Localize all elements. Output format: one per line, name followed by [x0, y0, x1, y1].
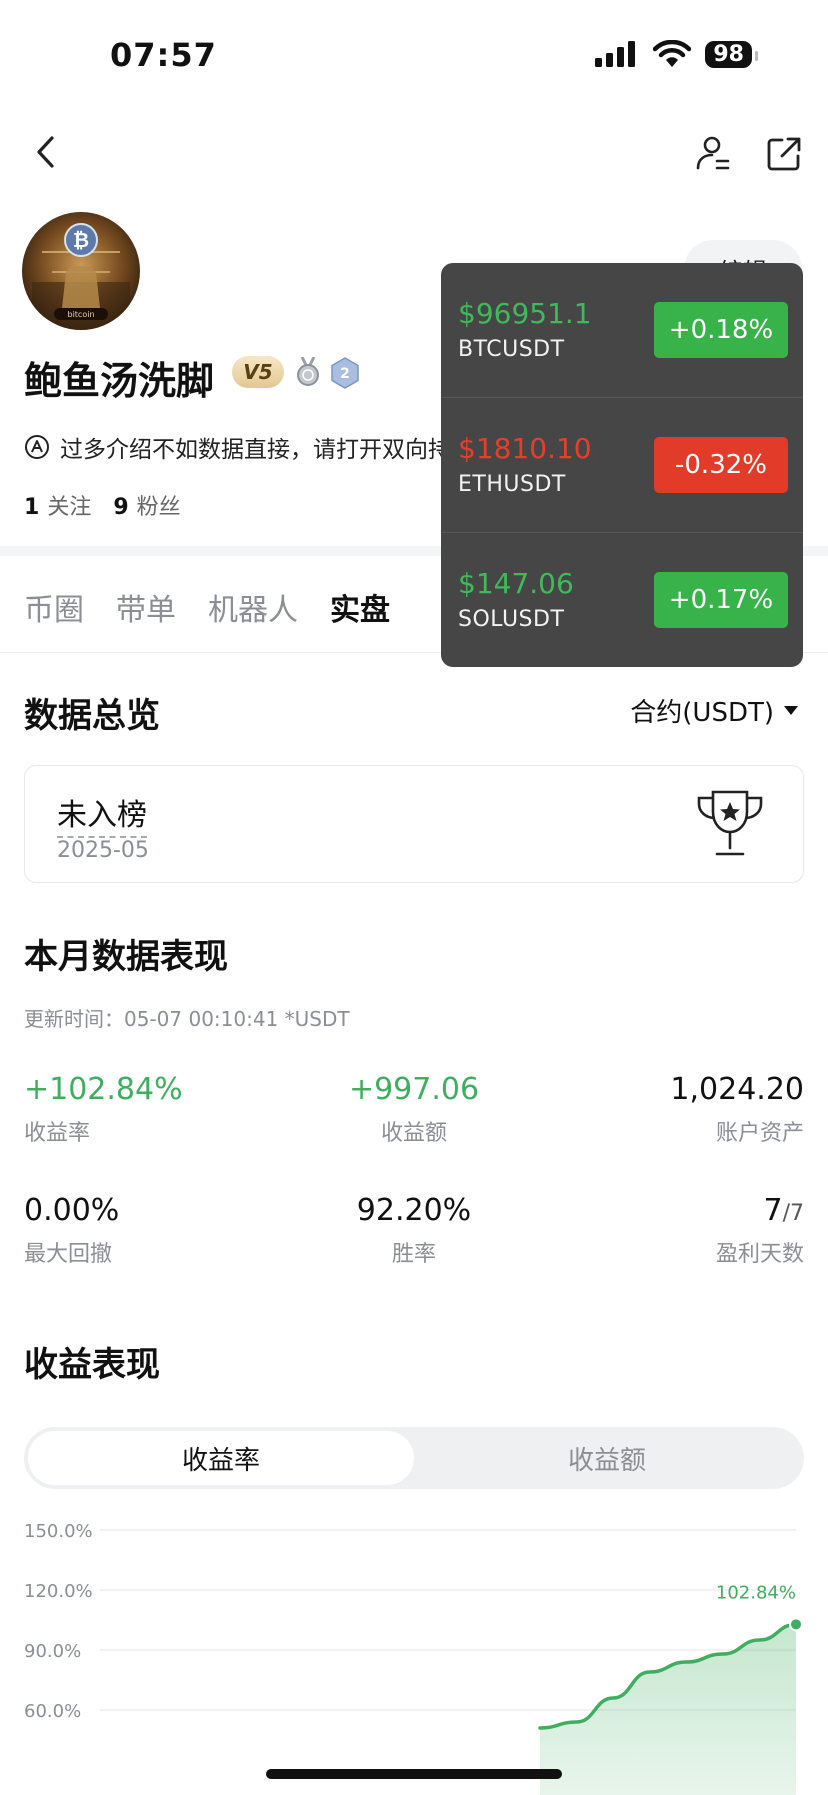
- profit-metric: +997.06 收益额: [334, 1072, 494, 1147]
- following-label: 关注: [47, 495, 92, 520]
- vip-level-badge[interactable]: V5: [232, 356, 284, 388]
- user-profile-icon[interactable]: [694, 134, 734, 174]
- bio-text: 过多介绍不如数据直接，请打开双向持仓: [60, 437, 474, 463]
- level-number: 2: [340, 366, 350, 382]
- return-rate-value: +102.84%: [24, 1072, 183, 1107]
- profit-label: 收益额: [380, 1121, 447, 1146]
- performance-title: 收益表现: [24, 1345, 160, 1385]
- battery-indicator: 98: [705, 40, 758, 68]
- share-icon[interactable]: [764, 134, 804, 174]
- tab-live-trading[interactable]: 实盘: [330, 585, 390, 629]
- username: 鲍鱼汤洗脚: [24, 359, 215, 403]
- svg-text:₿: ₿: [73, 228, 89, 252]
- following-count: 1: [24, 495, 40, 520]
- trophy-icon: [697, 790, 763, 856]
- profit-days-metric: 7/7 盈利天数: [716, 1193, 804, 1268]
- assets-label: 账户资产: [715, 1121, 804, 1146]
- ticker-price: $96951.1: [458, 297, 592, 330]
- profit-days-total: /7: [782, 1201, 804, 1226]
- ticker-price: $1810.10: [458, 432, 592, 465]
- followers-stat[interactable]: 9 粉丝: [113, 489, 180, 521]
- ticker-symbol: ETHUSDT: [458, 472, 566, 497]
- leaderboard-card[interactable]: 未入榜 2025-05: [24, 765, 804, 883]
- profit-days-value: 7: [763, 1193, 783, 1228]
- back-arrow-icon[interactable]: [28, 134, 64, 170]
- ticker-change-badge: +0.17%: [654, 572, 788, 628]
- following-stat[interactable]: 1 关注: [24, 489, 91, 521]
- silver-medal-icon[interactable]: [294, 357, 322, 387]
- tab-coin-circle[interactable]: 币圈: [24, 585, 84, 629]
- ticker-symbol: BTCUSDT: [458, 337, 565, 362]
- ticker-row-eth[interactable]: $1810.10 ETHUSDT -0.32%: [441, 398, 803, 532]
- level-hexagon-icon[interactable]: 2: [330, 357, 360, 389]
- avatar-caption: bitcoin: [67, 310, 94, 319]
- win-rate-value: 92.20%: [356, 1193, 472, 1228]
- tab-copy-trading[interactable]: 带单: [116, 585, 176, 629]
- caret-down-icon: [784, 705, 798, 715]
- bitcoin-avatar-image: ₿ bitcoin: [22, 212, 140, 330]
- status-time: 07:57: [110, 36, 217, 74]
- max-drawdown-value: 0.00%: [24, 1193, 120, 1228]
- update-time: 更新时间：05-07 00:10:41 *USDT: [24, 1007, 350, 1031]
- ticker-change-badge: +0.18%: [654, 302, 788, 358]
- ticker-change-badge: -0.32%: [654, 437, 788, 493]
- followers-count: 9: [113, 495, 129, 520]
- performance-segmented-control: 收益率 收益额: [24, 1427, 804, 1489]
- return-rate-metric: +102.84% 收益率: [24, 1072, 183, 1147]
- profit-value: +997.06: [348, 1072, 480, 1107]
- avatar[interactable]: ₿ bitcoin: [22, 212, 140, 330]
- status-icons: 98: [595, 40, 758, 68]
- overview-title: 数据总览: [24, 696, 160, 736]
- ticker-row-btc[interactable]: $96951.1 BTCUSDT +0.18%: [441, 263, 803, 397]
- nav-actions: [694, 134, 804, 174]
- profit-days-label: 盈利天数: [715, 1242, 804, 1267]
- wifi-icon: [653, 40, 692, 67]
- cellular-signal-icon: [595, 41, 636, 67]
- chart-end-label: 102.84%: [716, 1582, 796, 1603]
- ticker-symbol: SOLUSDT: [458, 607, 565, 632]
- bio-badge-icon: [25, 435, 49, 459]
- ticker-row-sol[interactable]: $147.06 SOLUSDT +0.17%: [441, 533, 803, 667]
- chart-y-tick-label: 60.0%: [24, 1701, 81, 1722]
- win-rate-metric: 92.20% 胜率: [334, 1193, 494, 1268]
- chart-y-tick-label: 120.0%: [24, 1581, 93, 1602]
- assets-metric: 1,024.20 账户资产: [670, 1072, 804, 1147]
- segment-return-rate[interactable]: 收益率: [28, 1431, 414, 1485]
- chart-y-tick-label: 90.0%: [24, 1641, 81, 1662]
- chart-y-tick-label: 150.0%: [24, 1521, 93, 1542]
- max-drawdown-label: 最大回撤: [24, 1242, 113, 1267]
- chart-end-point: [789, 1617, 803, 1632]
- profile-tabs: 币圈 带单 机器人 实盘: [24, 585, 390, 629]
- ticker-price: $147.06: [458, 567, 574, 600]
- home-indicator: [266, 1769, 562, 1779]
- contract-select-value: 合约(USDT): [630, 698, 774, 728]
- segment-profit-amount[interactable]: 收益额: [414, 1431, 800, 1485]
- status-bar: 07:57 98: [0, 0, 828, 110]
- followers-label: 粉丝: [136, 495, 181, 520]
- win-rate-label: 胜率: [391, 1242, 436, 1267]
- monthly-title: 本月数据表现: [24, 937, 228, 977]
- follow-stats: 1 关注 9 粉丝: [24, 489, 181, 521]
- price-ticker-overlay[interactable]: $96951.1 BTCUSDT +0.18% $1810.10 ETHUSDT…: [441, 263, 803, 667]
- rank-date: 2025-05: [57, 838, 149, 863]
- return-chart: 150.0% 120.0% 90.0% 60.0% 102.84%: [24, 1521, 803, 1795]
- return-rate-label: 收益率: [24, 1121, 91, 1146]
- assets-value: 1,024.20: [670, 1072, 804, 1107]
- contract-type-dropdown[interactable]: 合约(USDT): [630, 692, 798, 729]
- rank-status: 未入榜: [57, 790, 147, 838]
- tab-bots[interactable]: 机器人: [208, 585, 298, 629]
- max-drawdown-metric: 0.00% 最大回撤: [24, 1193, 119, 1268]
- profile-bio[interactable]: 过多介绍不如数据直接，请打开双向持仓: [24, 430, 474, 464]
